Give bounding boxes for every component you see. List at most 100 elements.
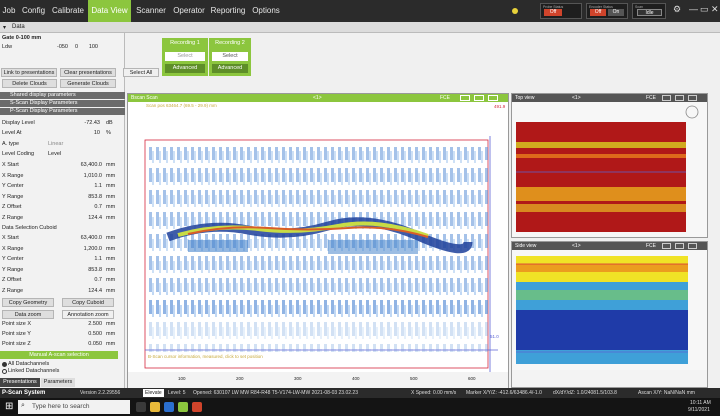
- elevate-button[interactable]: Elevate: [143, 389, 164, 397]
- param-value-field[interactable]: 124.4: [60, 288, 102, 294]
- top-view[interactable]: Top view <1> FCE: [511, 93, 708, 238]
- top-view-zoom[interactable]: <1>: [572, 94, 581, 102]
- point-size-value[interactable]: 2.500: [60, 321, 102, 327]
- menu-job[interactable]: Job: [0, 0, 18, 22]
- link-to-presentations-button[interactable]: Link to presentations: [1, 68, 57, 77]
- side-view[interactable]: Side view <1> FCE: [511, 241, 708, 388]
- side-view-zoom-icon[interactable]: [675, 243, 684, 249]
- display-level-value[interactable]: -72.43: [60, 120, 100, 126]
- data-zoom-button[interactable]: Data zoom: [2, 310, 54, 319]
- bscan-view[interactable]: Bscan Scan <1> FCE Scan pos 63464.7 (69.…: [127, 93, 509, 388]
- copy-cuboid-button[interactable]: Copy Cuboid: [62, 298, 114, 307]
- param-value-field[interactable]: 853.8: [60, 267, 102, 273]
- param-value-field[interactable]: 63,400.0: [60, 235, 102, 241]
- delete-clouds-button[interactable]: Delete Clouds: [2, 79, 57, 88]
- minimize-icon[interactable]: —: [689, 4, 698, 14]
- radio-linked-icon[interactable]: [2, 369, 7, 374]
- probe-status-off[interactable]: Off: [544, 9, 562, 16]
- data-header-title: Data: [12, 24, 25, 30]
- param-value-field[interactable]: 853.8: [60, 194, 102, 200]
- recording-1-advanced[interactable]: Advanced: [165, 64, 205, 73]
- tab-presentations[interactable]: Presentations: [0, 378, 40, 387]
- maximize-icon[interactable]: ▭: [700, 4, 709, 15]
- clear-presentations-button[interactable]: Clear presentations: [60, 68, 116, 77]
- collapse-icon[interactable]: ▾: [3, 24, 6, 31]
- bscan-image[interactable]: [128, 102, 508, 388]
- param-unit: mm: [106, 193, 116, 200]
- radio-linked-datachannels[interactable]: Linked Datachannels: [8, 368, 59, 374]
- top-view-layout-icon[interactable]: [662, 95, 671, 101]
- scan-status-box: Scan Idle: [632, 3, 666, 19]
- param-unit: mm: [106, 183, 116, 189]
- windows-start-icon[interactable]: ⊞: [5, 401, 13, 412]
- param-value-field[interactable]: 63,400.0: [60, 162, 102, 168]
- param-value-field[interactable]: 0.7: [60, 277, 102, 283]
- radio-all-datachannels[interactable]: All Datachannels: [8, 361, 49, 367]
- top-view-settings-icon[interactable]: [688, 95, 697, 101]
- bscan-zoom-label[interactable]: <1>: [313, 94, 322, 102]
- param-label: X Range: [2, 172, 24, 179]
- gate-to2[interactable]: 100: [80, 44, 98, 50]
- bscan-fce-label[interactable]: FCE: [440, 94, 450, 102]
- level-coding-value[interactable]: Level: [48, 151, 61, 157]
- generate-clouds-button[interactable]: Generate Clouds: [60, 79, 116, 88]
- menu-operator[interactable]: Operator: [171, 0, 207, 22]
- menu-scanner[interactable]: Scanner: [132, 0, 170, 22]
- gate-to[interactable]: 0: [70, 44, 78, 50]
- a-type-value[interactable]: Linear: [48, 141, 63, 147]
- side-view-layout-icon[interactable]: [662, 243, 671, 249]
- browser-icon[interactable]: [164, 402, 174, 412]
- top-view-fce[interactable]: FCE: [646, 94, 656, 102]
- param-label: Y Center: [2, 183, 24, 189]
- task-view-icon[interactable]: [136, 402, 146, 412]
- side-view-settings-icon[interactable]: [688, 243, 697, 249]
- display-level-unit: dB: [106, 120, 113, 126]
- param-value-field[interactable]: 1,010.0: [60, 173, 102, 179]
- side-view-fce[interactable]: FCE: [646, 242, 656, 250]
- radio-all-icon[interactable]: [2, 362, 7, 367]
- tab-parameters[interactable]: Parameters: [41, 378, 75, 387]
- gate-from[interactable]: -050: [48, 44, 68, 50]
- bscan-layout-icon[interactable]: [460, 95, 470, 101]
- encoder-off-pill[interactable]: Off: [590, 9, 606, 16]
- recording-1-select[interactable]: Select: [165, 52, 205, 61]
- param-value-field[interactable]: 124.4: [60, 215, 102, 221]
- level-at-value[interactable]: 10: [60, 130, 100, 136]
- recording-2-advanced[interactable]: Advanced: [212, 64, 248, 73]
- taskbar-search-box[interactable]: ⌕ Type here to search: [18, 400, 130, 414]
- param-label: Y Center: [2, 256, 24, 262]
- annotation-zoom-button[interactable]: Annotation zoom: [62, 310, 114, 319]
- side-view-zoom[interactable]: <1>: [572, 242, 581, 250]
- pscan-app-icon[interactable]: [178, 402, 188, 412]
- menu-options[interactable]: Options: [249, 0, 283, 22]
- section-shared-display[interactable]: Shared display parameters: [0, 92, 125, 99]
- menu-calibrate[interactable]: Calibrate: [49, 0, 87, 22]
- point-size-value[interactable]: 0.500: [60, 331, 102, 337]
- manual-ascan-selection-button[interactable]: Manual A-scan selection: [0, 351, 118, 359]
- app-icon[interactable]: [192, 402, 202, 412]
- close-icon[interactable]: ✕: [711, 4, 719, 15]
- bscan-zoom-icon[interactable]: [474, 95, 484, 101]
- top-view-zoom-icon[interactable]: [675, 95, 684, 101]
- side-view-image[interactable]: [512, 250, 707, 387]
- section-pscan-display[interactable]: P-Scan Display Parameters: [0, 108, 125, 115]
- delta-xyz: dX/dY/dZ: 1.0/24081.5/103.8: [553, 390, 617, 396]
- top-view-header: Top view <1> FCE: [512, 94, 707, 102]
- menu-reporting[interactable]: Reporting: [208, 0, 248, 22]
- point-size-value[interactable]: 0.050: [60, 341, 102, 347]
- param-value-field[interactable]: 0.7: [60, 204, 102, 210]
- recording-2-select[interactable]: Select: [212, 52, 248, 61]
- param-value-field[interactable]: 1,200.0: [60, 246, 102, 252]
- param-value-field[interactable]: 1.1: [60, 183, 102, 189]
- select-all-button[interactable]: Select All: [123, 68, 159, 77]
- settings-icon[interactable]: ⚙: [673, 4, 681, 15]
- menu-config[interactable]: Config: [19, 0, 48, 22]
- section-sscan-display[interactable]: S-Scan Display Parameters: [0, 100, 125, 107]
- top-view-image[interactable]: [512, 102, 707, 237]
- encoder-on-pill[interactable]: On: [608, 9, 624, 16]
- copy-geometry-button[interactable]: Copy Geometry: [2, 298, 54, 307]
- bscan-settings-icon[interactable]: [488, 95, 498, 101]
- param-value-field[interactable]: 1.1: [60, 256, 102, 262]
- menu-data-view[interactable]: Data View: [88, 0, 131, 22]
- file-explorer-icon[interactable]: [150, 402, 160, 412]
